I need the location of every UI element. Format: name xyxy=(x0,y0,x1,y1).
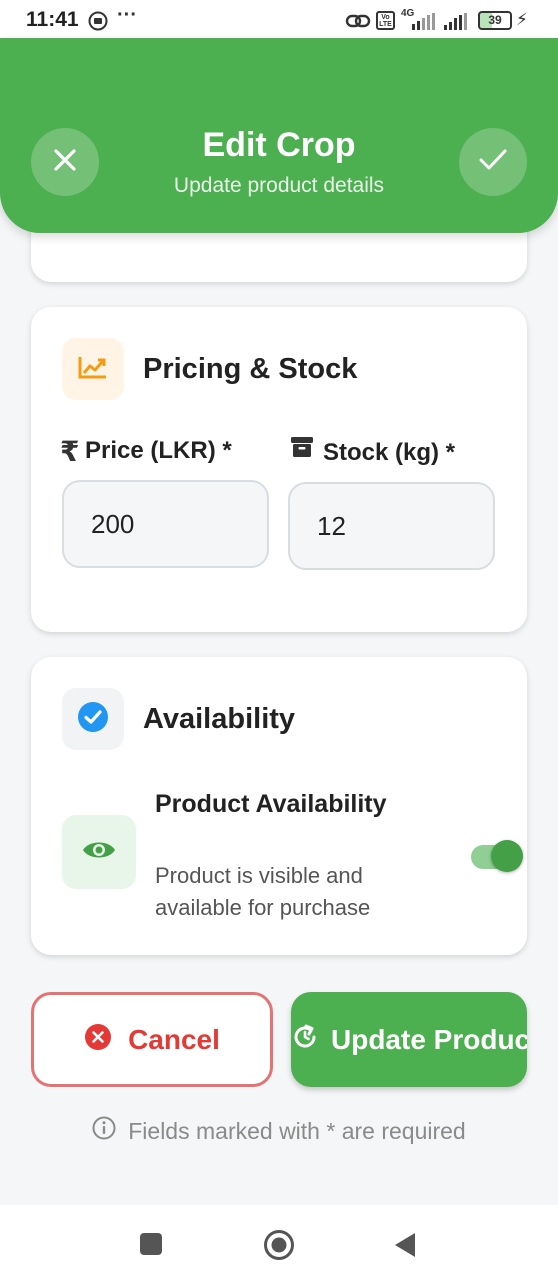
toggle-thumb[interactable] xyxy=(491,840,523,872)
eye-icon xyxy=(81,838,117,867)
save-button[interactable] xyxy=(459,128,527,196)
home-button[interactable] xyxy=(263,1229,295,1266)
trending-up-icon xyxy=(78,354,108,385)
battery-icon: 39 xyxy=(478,11,512,30)
system-nav-bar xyxy=(0,1205,558,1280)
price-input[interactable] xyxy=(62,480,269,568)
archive-icon xyxy=(290,435,314,464)
pricing-icon-container xyxy=(62,338,124,400)
stock-label: Stock (kg) * xyxy=(323,439,456,466)
rupee-icon: ₹ xyxy=(60,436,80,467)
cancel-button[interactable]: Cancel xyxy=(31,992,273,1087)
stock-input[interactable] xyxy=(288,482,495,570)
visibility-icon-container xyxy=(62,815,136,889)
charging-icon: ⚡ xyxy=(516,10,528,29)
media-notification-icon xyxy=(88,11,108,36)
volte-icon: Vo LTE xyxy=(376,11,395,30)
signal-icon-2 xyxy=(444,13,472,35)
update-button-content: Update Product xyxy=(291,992,527,1087)
back-button[interactable] xyxy=(394,1232,416,1263)
availability-item-title: Product Availability xyxy=(155,790,387,818)
check-icon xyxy=(478,147,508,178)
info-icon xyxy=(92,1116,116,1146)
status-bar: 11:41 ··· Vo LTE 4G 39 ⚡ xyxy=(0,0,558,40)
required-fields-note: Fields marked with * are required xyxy=(0,1116,558,1146)
update-product-button[interactable]: Update Product xyxy=(291,992,527,1087)
pricing-section-title: Pricing & Stock xyxy=(143,353,358,385)
availability-item-description: Product is visible and available for pur… xyxy=(155,863,371,920)
price-label: Price (LKR) * xyxy=(85,437,232,464)
signal-icon-1 xyxy=(412,13,440,35)
recent-apps-button[interactable] xyxy=(140,1233,162,1255)
link-icon xyxy=(345,11,371,36)
availability-icon-container xyxy=(62,688,124,750)
update-refresh-icon xyxy=(291,1023,319,1056)
required-note-text: Fields marked with * are required xyxy=(128,1117,466,1144)
cancel-circle-icon xyxy=(84,1023,112,1056)
more-notifications-icon: ··· xyxy=(117,4,137,26)
cancel-label: Cancel xyxy=(128,1023,220,1055)
availability-card: Availability Product Availability Produc… xyxy=(31,657,527,955)
header: Edit Crop Update product details xyxy=(0,38,558,233)
availability-section-title: Availability xyxy=(143,703,296,735)
check-circle-icon xyxy=(77,701,109,738)
update-label: Update Product xyxy=(331,1023,527,1055)
pricing-stock-card: Pricing & Stock ₹ Price (LKR) * Stock (k… xyxy=(31,307,527,632)
status-time: 11:41 xyxy=(26,8,79,31)
